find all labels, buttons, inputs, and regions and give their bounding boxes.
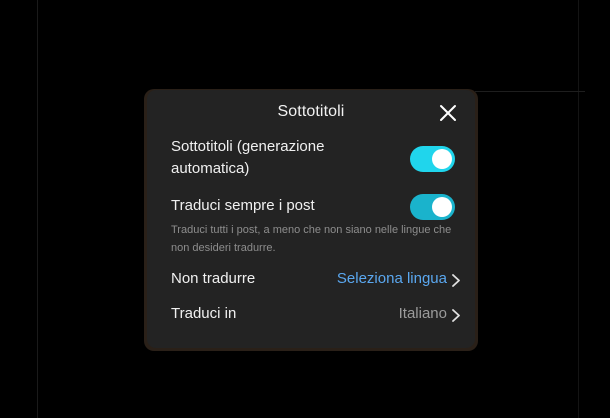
background-divider-top bbox=[475, 91, 585, 92]
background-divider-left bbox=[37, 0, 38, 418]
dialog-title: Sottotitoli bbox=[277, 103, 345, 120]
translate-to-row[interactable]: Traduci in Italiano bbox=[171, 303, 461, 327]
auto-captions-label: Sottotitoli (generazione automatica) bbox=[171, 138, 325, 177]
select-language-link[interactable]: Seleziona lingua bbox=[337, 270, 447, 287]
translate-to-label: Traduci in bbox=[171, 305, 237, 322]
always-translate-description: Traduci tutti i post, a meno che non sia… bbox=[171, 224, 452, 254]
toggle-knob bbox=[432, 149, 452, 169]
do-not-translate-row[interactable]: Non tradurre Seleziona lingua bbox=[171, 268, 461, 292]
always-translate-toggle[interactable] bbox=[410, 194, 455, 220]
close-icon bbox=[440, 105, 456, 121]
chevron-right-icon bbox=[452, 274, 460, 287]
do-not-translate-label: Non tradurre bbox=[171, 270, 256, 287]
screen: Sottotitoli Sottotitoli (generazione aut… bbox=[0, 0, 610, 418]
translate-to-value: Italiano bbox=[398, 305, 447, 322]
close-button[interactable] bbox=[437, 102, 459, 124]
auto-captions-toggle[interactable] bbox=[410, 146, 455, 172]
background-divider-right bbox=[578, 0, 579, 418]
captions-dialog: Sottotitoli Sottotitoli (generazione aut… bbox=[147, 90, 475, 348]
chevron-right-icon bbox=[452, 309, 460, 322]
always-translate-label: Traduci sempre i post bbox=[171, 197, 315, 214]
toggle-knob bbox=[432, 197, 452, 217]
